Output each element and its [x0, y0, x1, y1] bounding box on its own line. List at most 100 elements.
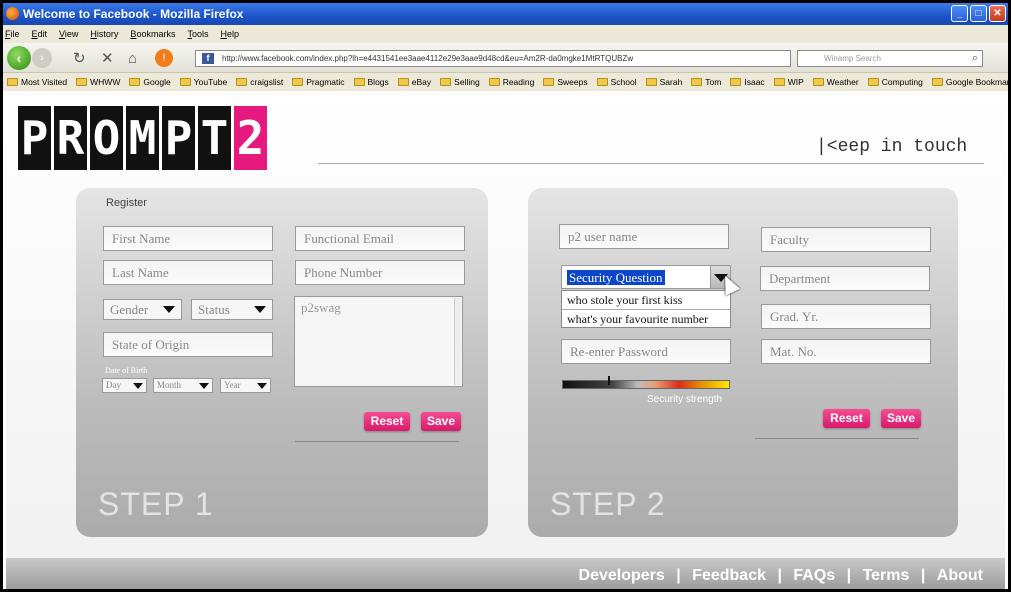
- bookmarks-toolbar: Most Visited WHWW Google YouTube craigsl…: [3, 73, 1008, 91]
- folder-icon: [129, 78, 141, 86]
- footer-separator: |: [846, 567, 852, 584]
- phone-input[interactable]: Phone Number: [295, 260, 465, 285]
- bookmark-item[interactable]: WHWW: [76, 73, 120, 91]
- bookmark-item[interactable]: Isaac: [730, 73, 765, 91]
- step2-label: STEP 2: [550, 486, 666, 522]
- bookmark-item[interactable]: Reading: [488, 73, 534, 91]
- bookmark-item[interactable]: Weather: [812, 73, 859, 91]
- dob-day-select[interactable]: Day: [102, 378, 147, 393]
- folder-icon: [488, 78, 500, 86]
- bookmark-item[interactable]: Pragmatic: [292, 73, 345, 91]
- bookmark-item[interactable]: YouTube: [179, 73, 227, 91]
- faculty-input[interactable]: Faculty: [761, 227, 931, 252]
- divider: [295, 441, 459, 442]
- status-value: Status: [198, 302, 230, 317]
- address-bar[interactable]: f http://www.facebook.com/index.php?lh=e…: [195, 50, 791, 67]
- bookmark-item[interactable]: WIP: [773, 73, 804, 91]
- step1-panel: Register First Name Last Name Gender Sta…: [76, 188, 488, 537]
- bookmark-item[interactable]: Most Visited: [7, 73, 67, 91]
- footer-link-feedback[interactable]: Feedback: [692, 567, 766, 584]
- grad-year-input[interactable]: Grad. Yr.: [761, 304, 931, 329]
- footer-link-terms[interactable]: Terms: [863, 567, 910, 584]
- home-icon[interactable]: ⌂: [128, 47, 137, 69]
- state-of-origin-input[interactable]: State of Origin: [103, 332, 273, 357]
- tagline: |<eep in touch: [816, 137, 968, 157]
- dob-month-select[interactable]: Month: [153, 378, 213, 393]
- maximize-button[interactable]: □: [970, 5, 987, 22]
- status-select[interactable]: Status: [191, 299, 273, 320]
- back-button[interactable]: ‹: [7, 46, 31, 70]
- gender-select[interactable]: Gender: [103, 299, 182, 320]
- bookmark-item[interactable]: Blogs: [353, 73, 389, 91]
- security-question-select[interactable]: Security Question: [561, 265, 731, 289]
- addon-icon[interactable]: !: [155, 49, 173, 67]
- register-heading: Register: [106, 197, 147, 209]
- bookmark-item[interactable]: Google: [129, 73, 171, 91]
- chevron-down-icon: [254, 306, 266, 313]
- dob-year-select[interactable]: Year: [220, 378, 271, 393]
- navigation-toolbar: ‹ › ↻ ✕ ⌂ ! f http://www.facebook.com/in…: [3, 43, 1008, 73]
- firefox-icon: [6, 7, 19, 20]
- bio-textarea[interactable]: p2swag: [294, 296, 463, 387]
- folder-icon: [7, 78, 18, 86]
- month-value: Month: [157, 380, 182, 390]
- footer-link-developers[interactable]: Developers: [579, 567, 665, 584]
- chevron-down-icon: [163, 306, 175, 313]
- footer-link-about[interactable]: About: [937, 567, 983, 584]
- reload-icon[interactable]: ↻: [73, 47, 86, 69]
- reset-button[interactable]: Reset: [364, 412, 410, 431]
- first-name-input[interactable]: First Name: [103, 226, 273, 251]
- logo-letter: T: [198, 106, 231, 170]
- save-button[interactable]: Save: [421, 412, 461, 431]
- stop-icon[interactable]: ✕: [101, 47, 114, 69]
- minimize-button[interactable]: _: [951, 5, 968, 22]
- bookmark-item[interactable]: School: [596, 73, 637, 91]
- reenter-password-input[interactable]: Re-enter Password: [561, 339, 731, 364]
- browser-window: Welcome to Facebook - Mozilla Firefox _ …: [0, 0, 1011, 592]
- last-name-input[interactable]: Last Name: [103, 260, 273, 285]
- option-item[interactable]: who stole your first kiss: [562, 291, 730, 309]
- logo-letter: O: [90, 106, 123, 170]
- option-item[interactable]: what's your favourite number: [562, 309, 730, 327]
- close-button[interactable]: ✕: [989, 5, 1006, 22]
- bookmark-item[interactable]: eBay: [397, 73, 431, 91]
- username-input[interactable]: p2 user name: [559, 224, 729, 249]
- email-input[interactable]: Functional Email: [295, 226, 465, 251]
- year-value: Year: [224, 380, 241, 390]
- reset-button[interactable]: Reset: [823, 409, 870, 428]
- mat-no-input[interactable]: Mat. No.: [761, 339, 931, 364]
- folder-icon: [179, 78, 191, 86]
- logo-letter: R: [54, 106, 87, 170]
- footer-separator: |: [676, 567, 681, 584]
- chevron-down-icon: [133, 383, 143, 389]
- window-title: Welcome to Facebook - Mozilla Firefox: [23, 7, 244, 21]
- dob-label: Date of Birth: [105, 366, 148, 375]
- menu-view[interactable]: View: [59, 25, 78, 43]
- menu-history[interactable]: History: [90, 25, 118, 43]
- menu-edit[interactable]: Edit: [32, 25, 48, 43]
- search-icon[interactable]: ⌕: [972, 51, 978, 66]
- bookmark-item[interactable]: Computing: [867, 73, 923, 91]
- department-input[interactable]: Department: [760, 266, 930, 291]
- bookmark-item[interactable]: Sweeps: [543, 73, 588, 91]
- menu-help[interactable]: Help: [220, 25, 239, 43]
- folder-icon: [543, 78, 555, 86]
- bookmark-item[interactable]: Tom: [691, 73, 721, 91]
- bookmark-item[interactable]: Sarah: [645, 73, 682, 91]
- save-button[interactable]: Save: [881, 409, 921, 428]
- menu-file[interactable]: File: [5, 25, 20, 43]
- bookmark-item[interactable]: Selling: [440, 73, 480, 91]
- gender-value: Gender: [110, 302, 149, 317]
- textarea-scrollbar[interactable]: [454, 298, 461, 385]
- menu-bookmarks[interactable]: Bookmarks: [130, 25, 175, 43]
- forward-button[interactable]: ›: [32, 48, 52, 68]
- folder-icon: [596, 78, 608, 86]
- folder-icon: [730, 78, 742, 86]
- bookmark-item[interactable]: Google Bookmark: [931, 73, 1008, 91]
- step2-panel: p2 user name Security Question who stole…: [528, 188, 958, 537]
- footer-link-faqs[interactable]: FAQs: [793, 567, 835, 584]
- bookmark-item[interactable]: craigslist: [236, 73, 283, 91]
- day-value: Day: [106, 380, 121, 390]
- search-input[interactable]: Winamp Search ⌕: [797, 50, 983, 67]
- menu-tools[interactable]: Tools: [187, 25, 208, 43]
